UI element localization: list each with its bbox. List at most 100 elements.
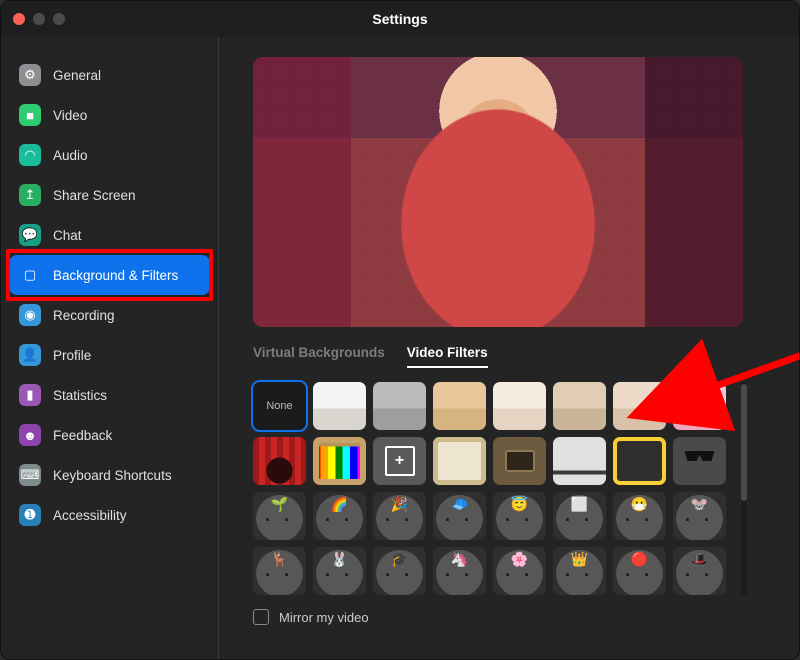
- sidebar-item-audio[interactable]: ◠ Audio: [9, 135, 210, 175]
- sidebar-item-label: Accessibility: [53, 508, 127, 523]
- filter-grid: None 🌱 🌈 🎉 🧢 😇 ⬜ 😷 🐭 🦌 🐰 🎓 🦄 🌸 👑 🔴 🎩: [253, 382, 733, 595]
- statistics-icon: ▮: [19, 384, 41, 406]
- filter-face-decoration: 🦄: [433, 551, 486, 568]
- window-body: ⚙General ■ Video ◠ Audio ↥ Share Screen 💬 Chat ▢ B…: [1, 37, 799, 659]
- filter-theater-curtain[interactable]: [253, 437, 306, 485]
- filter-none-label: None: [266, 400, 292, 412]
- sidebar-item-label: Recording: [53, 308, 115, 323]
- sidebar-item-feedback[interactable]: ☻ Feedback: [9, 415, 210, 455]
- filter-face-medmask[interactable]: ⬜: [553, 492, 606, 540]
- filter-room-latte[interactable]: [613, 382, 666, 430]
- filter-face-tophat[interactable]: 🎩: [673, 547, 726, 595]
- filter-face-halo[interactable]: 😇: [493, 492, 546, 540]
- filter-old-tv[interactable]: [493, 437, 546, 485]
- video-icon: ■: [19, 104, 41, 126]
- filter-face-unicorn[interactable]: 🦄: [433, 547, 486, 595]
- filter-face-decoration: 🌱: [253, 496, 306, 513]
- bg-filters-icon: ▢: [19, 264, 41, 286]
- sidebar-item-label: Audio: [53, 148, 88, 163]
- sidebar-item-label: Video: [53, 108, 87, 123]
- filter-scrollbar[interactable]: [741, 382, 747, 595]
- filter-face-decoration: 🎓: [373, 551, 426, 568]
- keyboard-icon: ⌨: [19, 464, 41, 486]
- filter-face-flower[interactable]: 🌸: [493, 547, 546, 595]
- audio-icon: ◠: [19, 144, 41, 166]
- filter-face-decoration: 🐭: [673, 496, 726, 513]
- filter-face-decoration: 🌸: [493, 551, 546, 568]
- filter-face-decoration: 🐰: [313, 551, 366, 568]
- filter-tv-testcard[interactable]: [313, 437, 366, 485]
- filter-room-beige[interactable]: [553, 382, 606, 430]
- sidebar-item-accessibility[interactable]: ➊ Accessibility: [9, 495, 210, 535]
- sidebar-item-label: Keyboard Shortcuts: [53, 468, 172, 483]
- filter-focus-frame[interactable]: [373, 437, 426, 485]
- filter-face-decoration: 🦌: [253, 551, 306, 568]
- sidebar-item-chat[interactable]: 💬 Chat: [9, 215, 210, 255]
- sidebar-item-label: Statistics: [53, 388, 107, 403]
- filter-picture-frame[interactable]: [433, 437, 486, 485]
- zoom-window-button[interactable]: [53, 13, 65, 25]
- sidebar-item-label: Profile: [53, 348, 91, 363]
- tab-video-filters[interactable]: Video Filters: [407, 345, 488, 368]
- filter-sunglasses[interactable]: [673, 437, 726, 485]
- filter-none[interactable]: None: [253, 382, 306, 430]
- filter-face-decoration: 🎩: [673, 551, 726, 568]
- sidebar-item-video[interactable]: ■ Video: [9, 95, 210, 135]
- filter-face-decoration: 😇: [493, 496, 546, 513]
- sidebar-item-statistics[interactable]: ▮ Statistics: [9, 375, 210, 415]
- filter-face-cap[interactable]: 🧢: [433, 492, 486, 540]
- sidebar-item-profile[interactable]: 👤Profile: [9, 335, 210, 375]
- filter-face-decoration: ⬜: [553, 496, 606, 513]
- filter-face-bunny[interactable]: 🐰: [313, 547, 366, 595]
- sidebar-item-label: Feedback: [53, 428, 112, 443]
- filter-room-white[interactable]: [313, 382, 366, 430]
- filter-face-party[interactable]: 🎉: [373, 492, 426, 540]
- filter-room-grey[interactable]: [373, 382, 426, 430]
- filter-face-mouse[interactable]: 🐭: [673, 492, 726, 540]
- filter-face-antlers[interactable]: 🦌: [253, 547, 306, 595]
- close-window-button[interactable]: [13, 13, 25, 25]
- video-preview: [253, 57, 743, 327]
- mirror-video-row: Mirror my video: [253, 609, 775, 625]
- sidebar-item-share-screen[interactable]: ↥ Share Screen: [9, 175, 210, 215]
- filter-face-decoration: 🔴: [613, 551, 666, 568]
- filter-newsroom[interactable]: [553, 437, 606, 485]
- feedback-icon: ☻: [19, 424, 41, 446]
- filter-room-pink[interactable]: [673, 382, 726, 430]
- mirror-video-checkbox[interactable]: [253, 609, 269, 625]
- filter-face-surgmask[interactable]: 😷: [613, 492, 666, 540]
- accessibility-icon: ➊: [19, 504, 41, 526]
- filter-face-decoration: 🌈: [313, 496, 366, 513]
- sidebar-item-keyboard-shortcuts[interactable]: ⌨ Keyboard Shortcuts: [9, 455, 210, 495]
- filter-emoji-border[interactable]: [613, 437, 666, 485]
- settings-sidebar: ⚙General ■ Video ◠ Audio ↥ Share Screen 💬 Chat ▢ B…: [1, 37, 219, 659]
- filter-face-grad[interactable]: 🎓: [373, 547, 426, 595]
- sidebar-item-general[interactable]: ⚙General: [9, 55, 210, 95]
- sidebar-item-background-filters[interactable]: ▢ Background & Filters: [9, 255, 210, 295]
- filter-face-crown[interactable]: 👑: [553, 547, 606, 595]
- filter-room-tan[interactable]: [433, 382, 486, 430]
- sidebar-item-recording[interactable]: ◉ Recording: [9, 295, 210, 335]
- filter-face-rainbow[interactable]: 🌈: [313, 492, 366, 540]
- tab-virtual-backgrounds[interactable]: Virtual Backgrounds: [253, 345, 385, 368]
- chat-icon: 💬: [19, 224, 41, 246]
- sidebar-item-label: Share Screen: [53, 188, 136, 203]
- recording-icon: ◉: [19, 304, 41, 326]
- settings-window: Settings ⚙General ■ Video ◠ Audio ↥ Share Scre…: [0, 0, 800, 660]
- window-controls: [13, 13, 65, 25]
- titlebar: Settings: [1, 1, 799, 37]
- window-title: Settings: [372, 11, 427, 27]
- filter-tabs: Virtual Backgrounds Video Filters: [253, 345, 775, 368]
- sidebar-item-label: Background & Filters: [53, 268, 178, 283]
- filter-face-decoration: 🧢: [433, 496, 486, 513]
- filter-face-beret[interactable]: 🔴: [613, 547, 666, 595]
- minimize-window-button[interactable]: [33, 13, 45, 25]
- mirror-video-label: Mirror my video: [279, 610, 369, 625]
- filter-room-cream[interactable]: [493, 382, 546, 430]
- sidebar-item-label: General: [53, 68, 101, 83]
- share-screen-icon: ↥: [19, 184, 41, 206]
- filter-face-decoration: 😷: [613, 496, 666, 513]
- sidebar-item-label: Chat: [53, 228, 82, 243]
- filter-face-decoration: 🎉: [373, 496, 426, 513]
- filter-face-sprout[interactable]: 🌱: [253, 492, 306, 540]
